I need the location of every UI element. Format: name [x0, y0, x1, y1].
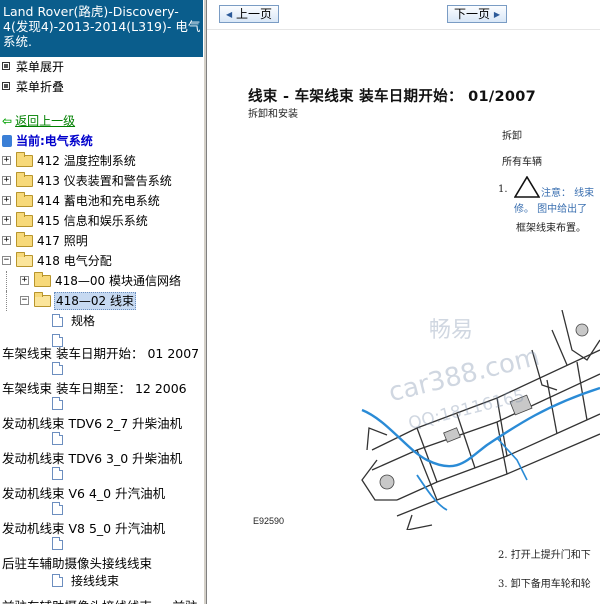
- folder-icon: [16, 192, 33, 207]
- leaf-item-rear-camera-harness[interactable]: 后驻车辅助摄像头接线线束: [0, 553, 203, 573]
- document-page: 线束 - 车架线束 装车日期开始： 01/2007 拆卸和安装 拆卸 所有车辆 …: [207, 30, 600, 604]
- folder-icon: [16, 152, 33, 167]
- leaf-item-jumper-harness[interactable]: 接线线束: [0, 571, 203, 591]
- collapse-toggle-icon[interactable]: −: [20, 296, 29, 305]
- document-title: 线束 - 车架线束 装车日期开始： 01/2007: [248, 89, 537, 105]
- document-icon: [52, 467, 63, 480]
- leaf-label: 规格: [71, 314, 96, 328]
- leaf-label: 发动机线束 V8 5_0 升汽油机: [2, 521, 166, 536]
- leaf-item-frame-harness-from[interactable]: 车架线束 装车日期开始： 01 2007: [0, 343, 203, 378]
- expand-all-button[interactable]: 菜单展开: [0, 57, 203, 77]
- expand-toggle-icon[interactable]: +: [2, 236, 11, 245]
- document-viewer: ◀ 上一页 下一页 ▶ 线束 - 车架线束 装车日期开始： 01/2007 拆卸…: [207, 0, 600, 604]
- current-label: 当前:电气系统: [16, 134, 93, 148]
- leaf-label: 后驻车辅助摄像头接线线束: [2, 556, 153, 571]
- back-link[interactable]: ⇦ 返回上一级: [0, 111, 203, 131]
- document-icon: [52, 362, 63, 375]
- current-page-icon: [2, 135, 12, 147]
- expand-toggle-icon[interactable]: +: [2, 176, 11, 185]
- tree-item-418[interactable]: − 418 电气分配: [0, 251, 203, 271]
- document-icon: [52, 574, 63, 587]
- leaf-item-spec[interactable]: 规格: [0, 311, 203, 331]
- step-2-text: 2. 打开上提升门和下: [498, 550, 591, 561]
- expand-toggle-icon[interactable]: +: [20, 276, 29, 285]
- collapse-icon: [2, 82, 10, 90]
- next-page-button[interactable]: 下一页 ▶: [447, 5, 507, 23]
- applicability: 所有车辆: [502, 157, 542, 168]
- triangle-right-icon: ▶: [493, 10, 500, 19]
- folder-open-icon: [16, 252, 33, 267]
- watermark-line-1: 畅易: [429, 318, 474, 343]
- next-page-label: 下一页: [454, 7, 491, 21]
- leaf-label: 发动机线束 TDV6 2_7 升柴油机: [2, 416, 183, 431]
- tree-item-413[interactable]: + 413 仪表装置和警告系统: [0, 171, 203, 191]
- folder-icon: [16, 172, 33, 187]
- expand-toggle-icon[interactable]: +: [2, 156, 11, 165]
- tree-item-label: 417 照明: [37, 234, 88, 248]
- tree-item-label: 414 蓄电池和充电系统: [37, 194, 160, 208]
- expand-toggle-icon[interactable]: +: [2, 216, 11, 225]
- leaf-label: 车架线束 装车日期至： 12 2006: [2, 381, 187, 396]
- tree-item-label: 413 仪表装置和警告系统: [37, 174, 172, 188]
- leaf-item-engine-v6-40[interactable]: 发动机线束 V6 4_0 升汽油机: [0, 483, 203, 518]
- chassis-harness-illustration: [361, 310, 600, 530]
- step-1-text: 框架线束布置。: [516, 223, 586, 234]
- tree-item-label: 418 电气分配: [37, 254, 112, 268]
- document-icon: [52, 432, 63, 445]
- figure-id: E92590: [253, 516, 285, 526]
- tree-item-label: 418—00 模块通信网络: [55, 274, 181, 288]
- tree-item-418-02[interactable]: − 418—02 线束: [0, 291, 203, 311]
- step-1-caution: 注意： 线束: [541, 188, 595, 199]
- step-1-caution-cont: 修。 图中给出了: [514, 204, 588, 215]
- folder-icon: [34, 272, 51, 287]
- leaf-item-engine-tdv6-27[interactable]: 发动机线束 TDV6 2_7 升柴油机: [0, 413, 203, 448]
- back-label: 返回上一级: [15, 114, 76, 128]
- step-1-number: 1.: [498, 184, 508, 195]
- leaf-label: 接线线束: [71, 574, 120, 588]
- collapse-toggle-icon[interactable]: −: [2, 256, 11, 265]
- tree-item-417[interactable]: + 417 照明: [0, 231, 203, 251]
- leaf-label: 前驻车辅助摄像头接线线束 — 前驻: [2, 596, 197, 604]
- tree-item-label-selected: 418—02 线束: [54, 292, 136, 310]
- leaf-item-engine-tdv6-30[interactable]: 发动机线束 TDV6 3_0 升柴油机: [0, 448, 203, 483]
- folder-icon: [16, 212, 33, 227]
- expand-icon: [2, 62, 10, 70]
- expand-toggle-icon[interactable]: +: [2, 196, 11, 205]
- left-navigation-panel: Land Rover(路虎)-Discovery-4(发现4)-2013-201…: [0, 0, 203, 604]
- prev-page-button[interactable]: ◀ 上一页: [219, 5, 279, 23]
- back-arrow-icon: ⇦: [2, 114, 13, 128]
- tree-item-label: 412 温度控制系统: [37, 154, 136, 168]
- tree-item-412[interactable]: + 412 温度控制系统: [0, 151, 203, 171]
- manual-title: Land Rover(路虎)-Discovery-4(发现4)-2013-201…: [0, 0, 203, 57]
- leaf-label: 发动机线束 V6 4_0 升汽油机: [2, 486, 166, 501]
- page-nav-bar: ◀ 上一页 下一页 ▶: [207, 0, 600, 30]
- collapse-all-label: 菜单折叠: [16, 80, 65, 94]
- document-subtitle: 拆卸和安装: [248, 109, 298, 120]
- tree-item-418-00[interactable]: + 418—00 模块通信网络: [0, 271, 203, 291]
- prev-page-label: 上一页: [235, 7, 272, 21]
- step-3-text: 3. 卸下备用车轮和轮: [498, 579, 591, 590]
- document-icon: [52, 397, 63, 410]
- caution-triangle-icon: [514, 176, 540, 198]
- leaf-item-engine-v8-50[interactable]: 发动机线束 V8 5_0 升汽油机: [0, 518, 203, 553]
- leaf-label: 车架线束 装车日期开始： 01 2007: [2, 346, 200, 361]
- tree-item-label: 415 信息和娱乐系统: [37, 214, 148, 228]
- document-icon: [52, 502, 63, 515]
- tree-item-414[interactable]: + 414 蓄电池和充电系统: [0, 191, 203, 211]
- current-section: 当前:电气系统: [0, 131, 203, 151]
- leaf-item-front-camera-harness[interactable]: 前驻车辅助摄像头接线线束 — 前驻: [0, 596, 203, 604]
- triangle-left-icon: ◀: [226, 10, 233, 19]
- tree-item-415[interactable]: + 415 信息和娱乐系统: [0, 211, 203, 231]
- document-icon: [52, 537, 63, 550]
- collapse-all-button[interactable]: 菜单折叠: [0, 77, 203, 97]
- expand-all-label: 菜单展开: [16, 60, 65, 74]
- leaf-item-frame-harness-to[interactable]: 车架线束 装车日期至： 12 2006: [0, 378, 203, 413]
- section-removal: 拆卸: [502, 131, 522, 142]
- folder-icon: [16, 232, 33, 247]
- document-icon: [52, 314, 63, 327]
- folder-open-icon: [34, 292, 51, 307]
- leaf-label: 发动机线束 TDV6 3_0 升柴油机: [2, 451, 183, 466]
